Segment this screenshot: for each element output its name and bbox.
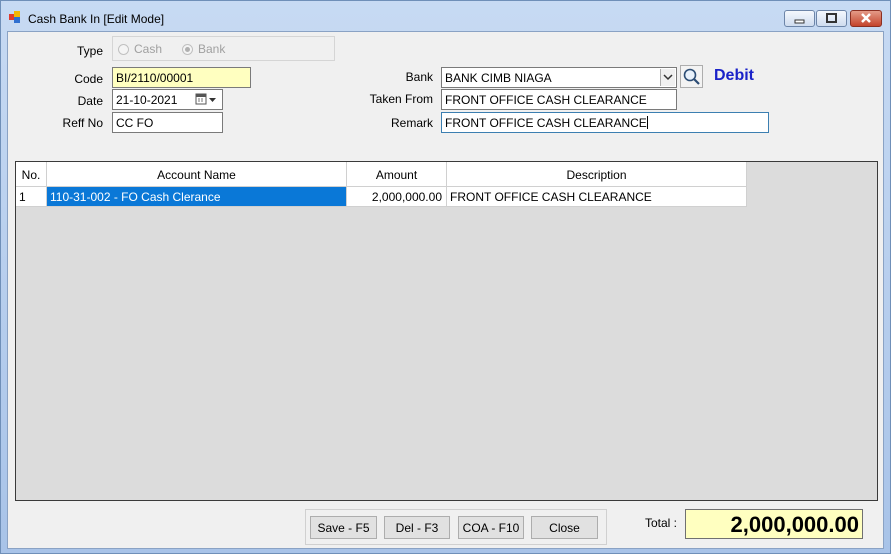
- journal-grid[interactable]: No. Account Name Amount Description 1 11…: [15, 161, 878, 501]
- bank-label: Bank: [405, 70, 433, 84]
- coa-button[interactable]: COA - F10: [458, 516, 524, 539]
- radio-bank[interactable]: Bank: [182, 42, 225, 56]
- minimize-button[interactable]: [784, 10, 815, 27]
- maximize-button[interactable]: [816, 10, 847, 27]
- row-1-account-name[interactable]: 110-31-002 - FO Cash Clerance: [47, 187, 347, 207]
- text-caret: [646, 116, 648, 129]
- delete-button[interactable]: Del - F3: [384, 516, 450, 539]
- row-1-no[interactable]: 1: [16, 187, 47, 207]
- row-1-amount[interactable]: 2,000,000.00: [347, 187, 447, 207]
- taken-from-input[interactable]: FRONT OFFICE CASH CLEARANCE: [441, 89, 677, 110]
- column-header-no[interactable]: No.: [16, 162, 47, 187]
- close-window-button[interactable]: [850, 10, 882, 27]
- row-1-description[interactable]: FRONT OFFICE CASH CLEARANCE: [447, 187, 747, 207]
- window-title: Cash Bank In [Edit Mode]: [28, 12, 165, 26]
- column-header-account-name[interactable]: Account Name: [47, 162, 347, 187]
- taken-from-label: Taken From: [369, 92, 433, 106]
- remark-label: Remark: [390, 116, 433, 130]
- bank-value: BANK CIMB NIAGA: [445, 71, 552, 85]
- date-value: 21-10-2021: [116, 93, 178, 107]
- code-input[interactable]: BI/2110/00001: [112, 67, 251, 88]
- column-header-amount[interactable]: Amount: [347, 162, 447, 187]
- radio-cash[interactable]: Cash: [118, 42, 162, 56]
- save-button[interactable]: Save - F5: [310, 516, 377, 539]
- date-picker[interactable]: 21-10-2021: [112, 89, 223, 110]
- chevron-down-icon: [663, 74, 673, 81]
- radio-cash-label: Cash: [134, 42, 163, 56]
- maximize-icon: [826, 13, 837, 23]
- close-icon: [861, 13, 871, 23]
- calendar-icon[interactable]: [195, 93, 219, 106]
- type-label: Type: [76, 44, 103, 58]
- debit-indicator: Debit: [714, 67, 754, 84]
- bank-search-button[interactable]: [680, 65, 703, 88]
- total-value: 2,000,000.00: [685, 509, 863, 539]
- reff-no-label: Reff No: [62, 116, 103, 130]
- date-label: Date: [77, 94, 103, 108]
- radio-cash-circle: [118, 44, 129, 55]
- minimize-icon: [794, 19, 805, 24]
- app-window: Cash Bank In [Edit Mode] Type Cash Bank …: [0, 0, 891, 554]
- code-label: Code: [74, 72, 103, 86]
- reff-no-input[interactable]: CC FO: [112, 112, 223, 133]
- remark-input[interactable]: FRONT OFFICE CASH CLEARANCE: [441, 112, 769, 133]
- radio-bank-label: Bank: [198, 42, 226, 56]
- radio-bank-circle: [182, 44, 193, 55]
- search-icon: [683, 68, 700, 85]
- column-header-description[interactable]: Description: [447, 162, 747, 187]
- close-button[interactable]: Close: [531, 516, 598, 539]
- title-bar[interactable]: Cash Bank In [Edit Mode]: [1, 1, 890, 31]
- bank-dropdown-button[interactable]: [660, 69, 675, 86]
- remark-value: FRONT OFFICE CASH CLEARANCE: [445, 116, 647, 130]
- app-icon: [9, 11, 21, 23]
- total-label: Total :: [645, 516, 678, 530]
- bank-dropdown[interactable]: BANK CIMB NIAGA: [441, 67, 677, 88]
